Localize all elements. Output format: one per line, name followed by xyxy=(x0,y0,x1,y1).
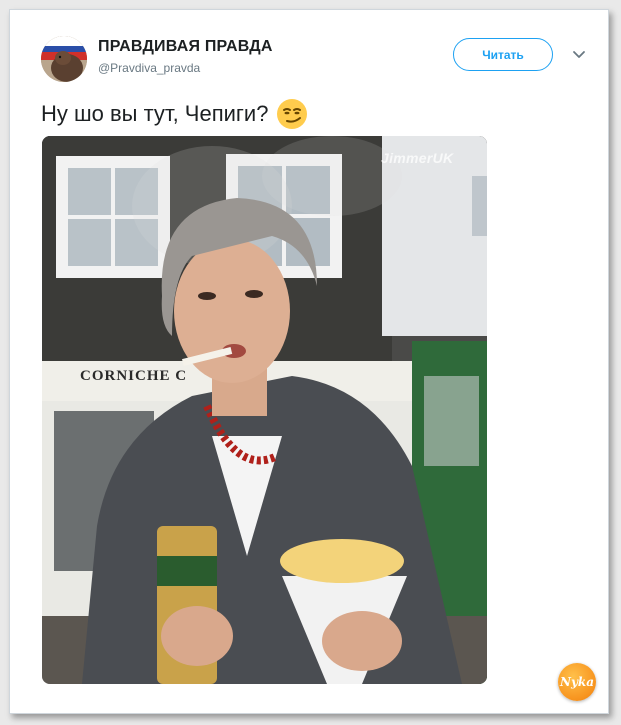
photo-watermark: JimmerUK xyxy=(381,150,454,166)
author-name[interactable]: ПРАВДИВАЯ ПРАВДА xyxy=(98,38,273,56)
tweet-text-container: Ну шо вы тут, Чепиги? xyxy=(41,98,308,130)
tweet-card: ПРАВДИВАЯ ПРАВДА @Pravdiva_pravda Читать… xyxy=(9,9,609,714)
tweet-photo[interactable] xyxy=(42,136,487,684)
photo-scene xyxy=(42,136,487,684)
avatar-image xyxy=(41,36,87,82)
shop-sign-text: CORNICHE C xyxy=(80,368,188,384)
chevron-down-icon[interactable] xyxy=(571,48,587,62)
tweet-text: Ну шо вы тут, Чепиги? xyxy=(41,101,269,126)
author-avatar[interactable] xyxy=(41,36,87,82)
follow-button[interactable]: Читать xyxy=(453,38,553,71)
author-handle[interactable]: @Pravdiva_pravda xyxy=(98,61,200,75)
site-logo[interactable]: Nyka xyxy=(558,663,596,701)
smirking-face-emoji-icon xyxy=(277,99,308,129)
